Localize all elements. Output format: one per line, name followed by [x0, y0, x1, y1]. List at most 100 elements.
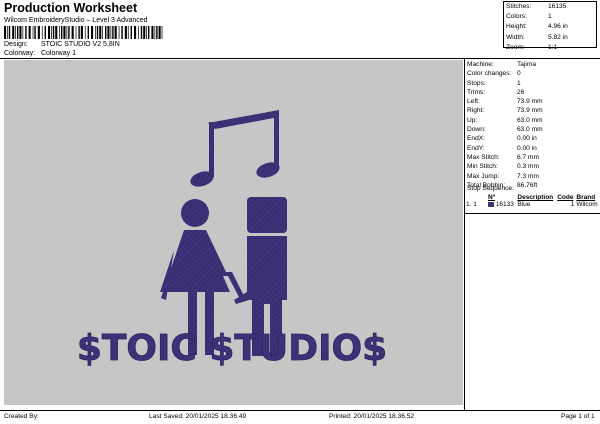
property-label: Max Jump:: [467, 172, 500, 180]
created-by: Created By:: [4, 413, 39, 420]
property-value: 0.00 in: [517, 135, 537, 143]
barcode-bar: [66, 26, 68, 39]
stop-col-spacer: [465, 194, 487, 201]
barcode-bar: [127, 26, 129, 39]
stat-label: Width:: [506, 33, 525, 41]
stop-col-number: Nº: [488, 194, 496, 201]
barcode-bar: [51, 26, 52, 39]
barcode-bar: [71, 26, 74, 39]
property-row: Up: 63.0 mm: [467, 116, 543, 125]
barcode-bar: [22, 26, 24, 39]
stop-brand: Wilcom: [576, 201, 598, 208]
barcode-bar: [78, 26, 80, 39]
barcode-bar: [17, 26, 19, 39]
stat-label: Zoom:: [506, 43, 525, 51]
barcode-bar: [68, 26, 70, 39]
stop-code: 1: [570, 201, 575, 208]
colorway-row: Colorway: Colorway 1: [4, 50, 76, 57]
barcode-bar: [48, 26, 51, 39]
barcode-bar: [61, 26, 63, 39]
stop-n-value: 1: [473, 201, 477, 208]
barcode-bar: [95, 26, 96, 39]
barcode-bar: [107, 26, 110, 39]
barcode: [4, 26, 163, 39]
property-label: EndX:: [467, 135, 485, 143]
thread-color-swatch: [488, 201, 494, 207]
barcode-bar: [161, 26, 163, 39]
stat-label: Height:: [506, 23, 527, 31]
barcode-bar: [12, 26, 15, 39]
property-row: Left: 73.9 mm: [467, 97, 543, 106]
stat-row: Width: 5.82 in: [504, 33, 568, 43]
barcode-bar: [34, 26, 36, 39]
page-number: Page 1 of 1: [561, 413, 595, 420]
barcode-bar: [158, 26, 161, 39]
barcode-bar: [32, 26, 34, 39]
stop-table-row: 1. 1 16133 Blue 1 Wilcom: [465, 201, 600, 208]
property-value: 86.76ft: [517, 181, 538, 189]
property-row: Down: 63.0 mm: [467, 125, 543, 134]
barcode-bar: [140, 26, 143, 39]
property-label: Max Stitch:: [467, 153, 500, 161]
design-name: STOIC STUDIO V2 5,8IN: [40, 41, 120, 48]
music-note-icon: [190, 110, 280, 187]
barcode-bar: [15, 26, 16, 39]
barcode-bar: [59, 26, 60, 39]
stop-col-description: Description: [517, 194, 554, 201]
design-lettering: $TOIC $TUDIO$: [77, 328, 387, 369]
stop-index-value: 1.: [466, 201, 472, 208]
stat-row: Colors: 1: [504, 12, 568, 22]
barcode-bar: [52, 26, 55, 39]
barcode-bar: [146, 26, 147, 39]
barcode-bar: [156, 26, 158, 39]
barcode-bar: [55, 26, 58, 39]
property-value: 0.3 mm: [517, 163, 539, 171]
barcode-bar: [121, 26, 123, 39]
property-value: 26: [517, 88, 525, 96]
design-label: Design:: [4, 41, 28, 48]
property-label: Color changes:: [467, 70, 512, 78]
barcode-bar: [130, 26, 132, 39]
barcode-bar: [7, 26, 8, 39]
barcode-bar: [118, 26, 120, 39]
barcode-bar: [28, 26, 31, 39]
stat-row: Height: 4.96 in: [504, 22, 568, 32]
stop-col-code: Code: [557, 194, 574, 201]
last-saved: Last Saved: 20/01/2025 18.36.49: [149, 413, 247, 420]
barcode-bar: [63, 26, 66, 39]
barcode-bar: [80, 26, 83, 39]
property-row: Color changes: 0: [467, 69, 543, 78]
printed-date: Printed: 20/01/2025 18.36.52: [329, 413, 415, 420]
property-row: Max Stitch: 6.7 mm: [467, 153, 543, 162]
divider-top: [0, 58, 600, 59]
property-value: 73.9 mm: [517, 107, 543, 115]
barcode-bar: [124, 26, 127, 39]
stop-stitch-count: 16133: [495, 201, 514, 208]
barcode-bar: [134, 26, 137, 39]
barcode-bar: [105, 26, 107, 39]
barcode-bar: [102, 26, 103, 39]
colorway-label: Colorway:: [4, 50, 36, 57]
stop-stitches: 16133: [487, 201, 516, 208]
barcode-bar: [87, 26, 89, 39]
barcode-bar: [143, 26, 146, 39]
property-label: EndY:: [467, 144, 485, 152]
property-value: 63.0 mm: [517, 116, 543, 124]
design-preview: $TOIC $TUDIO$: [4, 60, 463, 405]
property-label: Min Stitch:: [467, 163, 498, 171]
divider-vertical: [464, 59, 465, 410]
stat-value: 1: [548, 13, 552, 21]
barcode-bar: [99, 26, 102, 39]
barcode-bar: [25, 26, 27, 39]
barcode-bar: [110, 26, 112, 39]
stop-sequence-table: Nº Description Code Brand 1. 1 16133 Blu…: [465, 194, 600, 208]
stop-sequence-title: Stop Sequence:: [467, 185, 514, 192]
stat-value: 5.82 in: [548, 33, 568, 41]
barcode-bar: [151, 26, 154, 39]
stop-index: 1. 1: [465, 201, 487, 208]
barcode-bar: [154, 26, 156, 39]
property-label: Left:: [467, 98, 480, 106]
stat-value: 16135: [548, 3, 567, 11]
property-value: Tajima: [517, 61, 537, 68]
stat-label: Colors:: [506, 13, 527, 21]
